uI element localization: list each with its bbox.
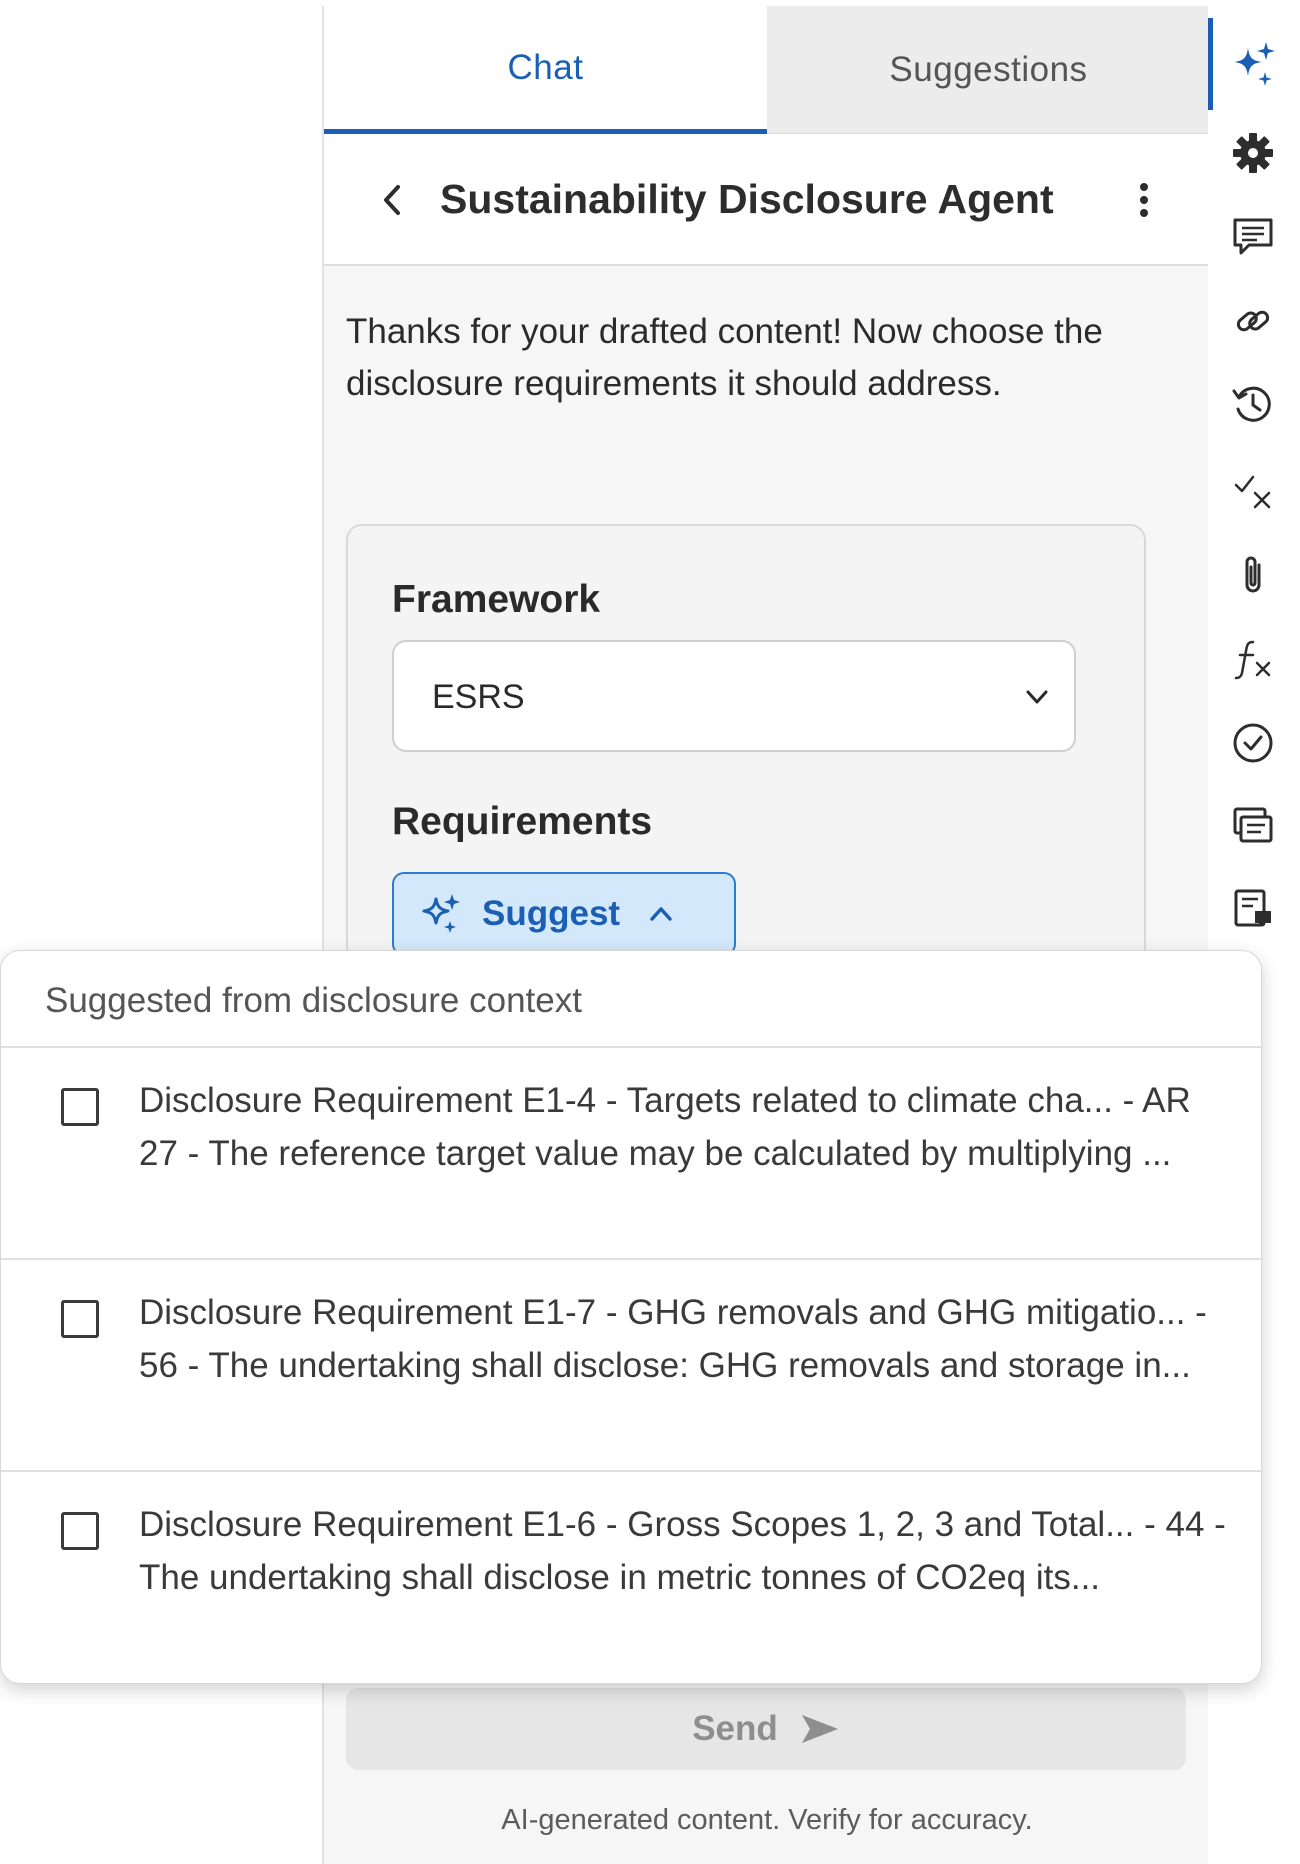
rail-attachments-button[interactable]	[1228, 550, 1278, 600]
comment-icon	[1233, 218, 1273, 255]
framework-select[interactable]: ESRS	[392, 640, 1076, 752]
framework-select-value: ESRS	[432, 678, 525, 716]
suggestion-checkbox[interactable]	[61, 1512, 99, 1550]
suggestion-item[interactable]: Disclosure Requirement E1-4 - Targets re…	[1, 1048, 1263, 1258]
chevron-up-icon	[650, 907, 672, 921]
agent-header: Sustainability Disclosure Agent	[324, 134, 1210, 266]
agent-message: Thanks for your drafted content! Now cho…	[346, 312, 1103, 403]
suggestion-checkbox[interactable]	[61, 1300, 99, 1338]
ai-disclaimer: AI-generated content. Verify for accurac…	[501, 1804, 1033, 1836]
suggestion-text: Disclosure Requirement E1-6 - Gross Scop…	[139, 1505, 1226, 1597]
tab-suggestions[interactable]: Suggestions	[767, 6, 1210, 134]
formula-icon	[1234, 640, 1271, 680]
suggestion-item[interactable]: Disclosure Requirement E1-7 - GHG remova…	[1, 1260, 1263, 1470]
link-icon	[1236, 310, 1270, 332]
rail-history-button[interactable]	[1228, 380, 1278, 430]
rail-settings-button[interactable]	[1228, 128, 1278, 178]
chevron-left-icon	[384, 185, 400, 215]
sparkle-icon	[422, 894, 460, 933]
rail-review-button[interactable]	[1228, 466, 1278, 516]
agent-title: Sustainability Disclosure Agent	[440, 176, 1054, 222]
send-button[interactable]: Send	[346, 1688, 1186, 1770]
gear-icon	[1233, 133, 1273, 173]
list-icon	[1233, 807, 1273, 843]
rail-list-button[interactable]	[1228, 800, 1278, 850]
sparkle-icon	[1234, 42, 1275, 86]
send-arrow-icon	[801, 1715, 838, 1743]
suggestion-text: Disclosure Requirement E1-7 - GHG remova…	[139, 1293, 1207, 1385]
history-icon	[1232, 386, 1271, 422]
rail-doc-comment-button[interactable]	[1228, 884, 1278, 934]
more-vertical-icon	[1140, 183, 1148, 217]
suggestions-dropdown: Suggested from disclosure context Disclo…	[0, 950, 1263, 1684]
requirements-form-card: Framework ESRS Requirements Suggest	[346, 524, 1146, 984]
document-comment-icon	[1234, 889, 1271, 927]
check-cross-icon	[1234, 475, 1271, 509]
more-options-button[interactable]	[1124, 174, 1164, 226]
rail-formula-button[interactable]	[1228, 634, 1278, 684]
suggestion-checkbox[interactable]	[61, 1088, 99, 1126]
dropdown-heading: Suggested from disclosure context	[45, 981, 582, 1020]
chevron-down-icon	[1026, 690, 1048, 704]
suggest-button-label: Suggest	[482, 894, 621, 933]
paperclip-icon	[1245, 556, 1261, 593]
rail-link-button[interactable]	[1228, 296, 1278, 346]
rail-active-indicator	[1208, 18, 1213, 110]
tab-bar: Chat Suggestions	[324, 6, 1210, 134]
rail-sparkle-button[interactable]	[1228, 40, 1278, 90]
requirements-label: Requirements	[392, 800, 653, 843]
tab-chat[interactable]: Chat	[324, 6, 767, 134]
rail-tasks-button[interactable]	[1228, 718, 1278, 768]
check-circle-icon	[1233, 723, 1273, 763]
suggestion-item[interactable]: Disclosure Requirement E1-6 - Gross Scop…	[1, 1472, 1263, 1682]
suggest-button[interactable]: Suggest	[392, 872, 736, 956]
back-button[interactable]	[368, 174, 416, 226]
framework-label: Framework	[392, 578, 601, 621]
rail-comments-button[interactable]	[1228, 212, 1278, 262]
suggestion-text: Disclosure Requirement E1-4 - Targets re…	[139, 1081, 1191, 1173]
send-button-label: Send	[692, 1709, 778, 1748]
